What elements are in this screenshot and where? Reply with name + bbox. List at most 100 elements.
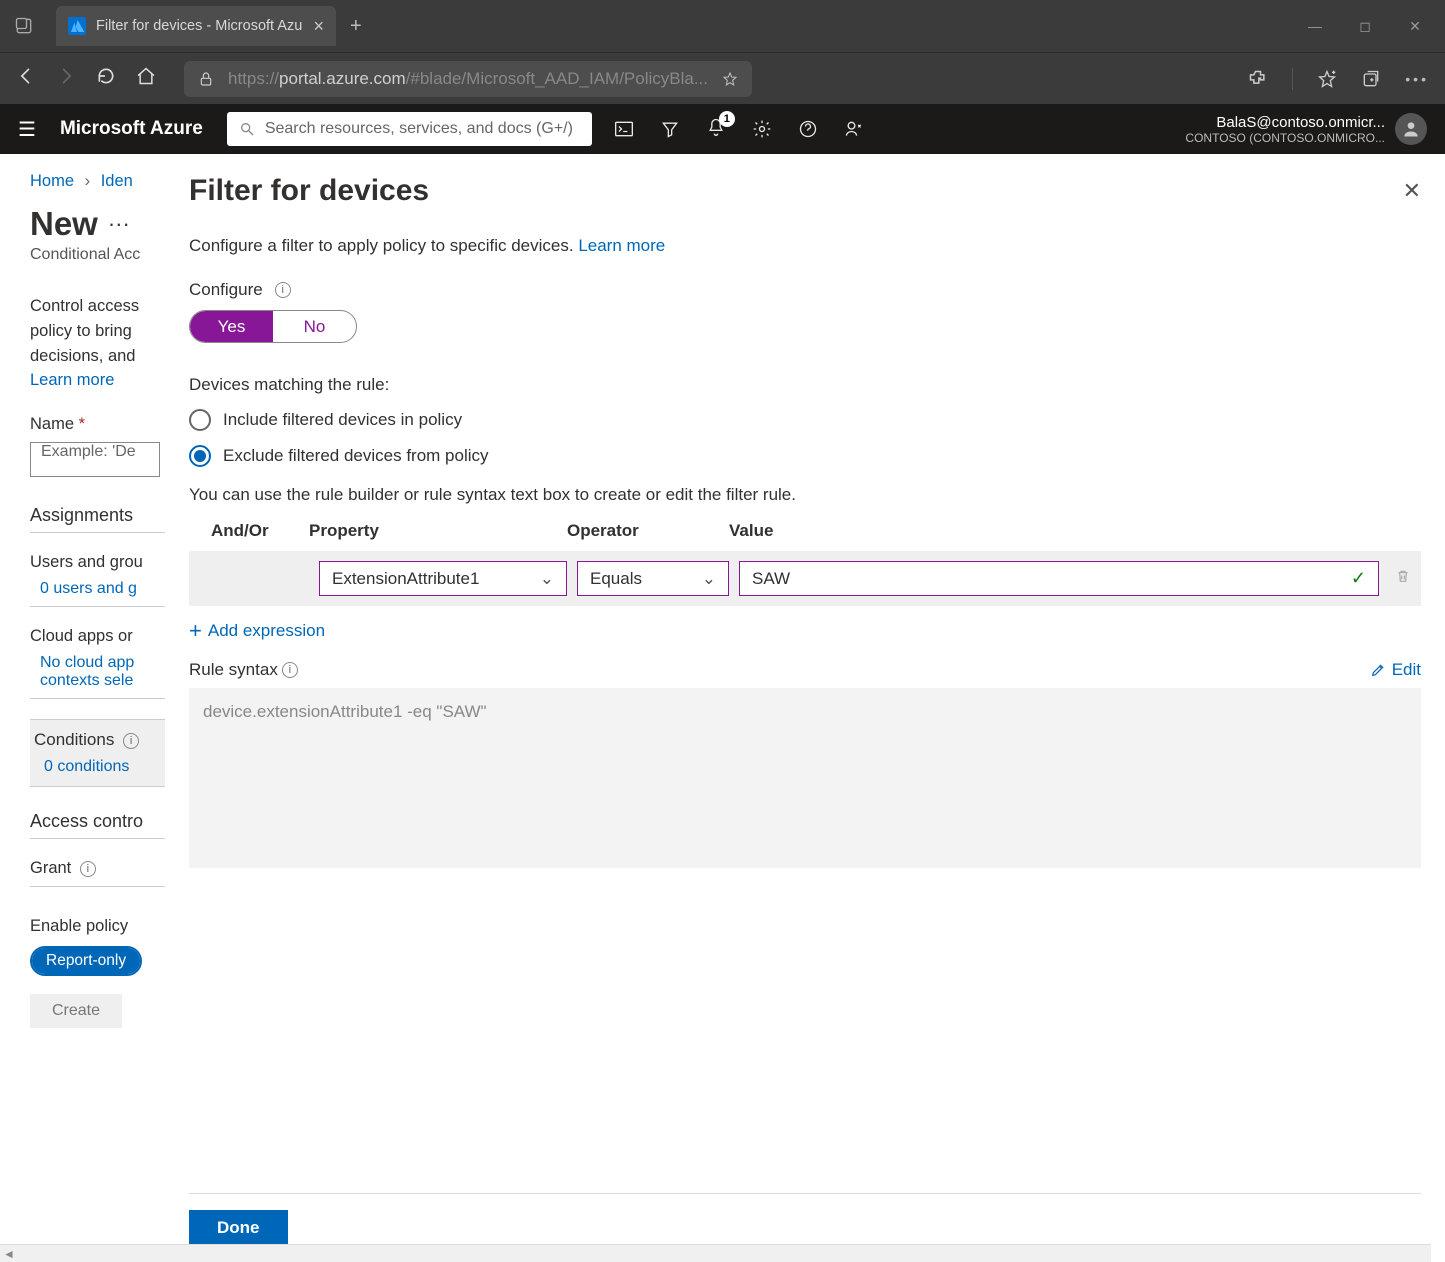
configure-toggle[interactable]: Yes No — [189, 310, 357, 343]
builder-hint: You can use the rule builder or rule syn… — [189, 485, 1421, 505]
window-maximize-icon[interactable]: ◻ — [1355, 18, 1375, 35]
url-text: https://portal.azure.com/#blade/Microsof… — [228, 69, 708, 89]
close-tab-icon[interactable]: × — [313, 16, 324, 37]
more-menu-icon[interactable]: ••• — [1405, 71, 1429, 87]
done-button[interactable]: Done — [189, 1210, 288, 1246]
operator-dropdown[interactable]: Equals ⌄ — [577, 561, 729, 596]
page-title-more[interactable]: ··· — [108, 213, 130, 235]
breadcrumb-home[interactable]: Home — [30, 172, 74, 190]
matching-rule-label: Devices matching the rule: — [189, 375, 1421, 395]
collections-icon[interactable] — [1361, 69, 1381, 89]
radio-exclude-label: Exclude filtered devices from policy — [223, 446, 489, 466]
conditions-status[interactable]: 0 conditions — [34, 758, 165, 776]
cloud-shell-icon[interactable] — [614, 119, 634, 139]
favorite-star-icon[interactable] — [722, 71, 738, 87]
notifications-icon[interactable]: 1 — [706, 117, 726, 142]
toggle-no[interactable]: No — [273, 311, 356, 342]
radio-exclude[interactable] — [189, 445, 211, 467]
chevron-down-icon: ⌄ — [540, 569, 554, 589]
cloud-apps-status-2[interactable]: contexts sele — [30, 672, 165, 690]
property-value: ExtensionAttribute1 — [332, 569, 479, 589]
intro-line-2: policy to bring — [30, 319, 165, 344]
home-button[interactable] — [136, 66, 156, 92]
report-only-option[interactable]: Report-only — [32, 948, 140, 974]
cloud-apps-status-1[interactable]: No cloud app — [30, 654, 165, 672]
create-button[interactable]: Create — [30, 994, 122, 1028]
rule-syntax-textbox[interactable]: device.extensionAttribute1 -eq "SAW" — [189, 688, 1421, 868]
close-blade-icon[interactable]: ✕ — [1403, 178, 1421, 204]
policy-name-input[interactable]: Example: 'De — [30, 442, 160, 477]
extensions-icon[interactable] — [1248, 69, 1268, 89]
window-minimize-icon[interactable]: — — [1305, 18, 1325, 35]
info-icon[interactable]: i — [282, 662, 298, 678]
tab-title: Filter for devices - Microsoft Azu — [96, 18, 302, 34]
refresh-button[interactable] — [96, 66, 116, 92]
value-input[interactable]: SAW ✓ — [739, 561, 1379, 596]
delete-row-icon[interactable] — [1395, 568, 1411, 589]
users-groups-status[interactable]: 0 users and g — [30, 580, 165, 598]
add-expression-label: Add expression — [208, 621, 325, 641]
users-and-groups-row[interactable]: Users and grou — [30, 553, 143, 571]
conditions-row[interactable]: Conditions — [34, 730, 114, 749]
enable-policy-toggle[interactable]: Report-only — [30, 946, 142, 976]
breadcrumb: Home › Iden — [30, 172, 165, 191]
intro-line-1: Control access — [30, 294, 165, 319]
tab-overview-icon[interactable] — [8, 10, 40, 42]
enable-policy-label: Enable policy — [30, 917, 165, 936]
search-icon — [239, 121, 255, 137]
operator-value: Equals — [590, 569, 642, 589]
edit-rule-syntax-button[interactable]: Edit — [1370, 660, 1421, 680]
intro-line-3: decisions, and — [30, 344, 165, 369]
grant-row[interactable]: Grant — [30, 859, 71, 877]
name-label: Name — [30, 415, 74, 433]
edit-label: Edit — [1392, 660, 1421, 680]
address-bar[interactable]: https://portal.azure.com/#blade/Microsof… — [184, 61, 752, 97]
lock-icon — [198, 71, 214, 87]
chevron-down-icon: ⌄ — [702, 569, 716, 589]
new-tab-button[interactable]: + — [350, 15, 362, 38]
filter-directory-icon[interactable] — [660, 119, 680, 139]
blade-title: Filter for devices — [189, 174, 429, 208]
azure-logo[interactable]: Microsoft Azure — [60, 118, 203, 140]
page-subtitle: Conditional Acc — [30, 246, 165, 264]
window-close-icon[interactable]: ✕ — [1405, 18, 1425, 35]
feedback-icon[interactable] — [844, 119, 864, 139]
configure-label: Configure — [189, 280, 263, 300]
global-search-input[interactable]: Search resources, services, and docs (G+… — [227, 112, 592, 146]
property-dropdown[interactable]: ExtensionAttribute1 ⌄ — [319, 561, 567, 596]
info-icon[interactable]: i — [123, 733, 139, 749]
radio-include[interactable] — [189, 409, 211, 431]
check-icon: ✓ — [1351, 568, 1366, 589]
back-button[interactable] — [16, 66, 36, 92]
notification-badge: 1 — [719, 111, 735, 127]
menu-hamburger-icon[interactable]: ☰ — [18, 117, 36, 142]
horizontal-scrollbar[interactable]: ◄ — [0, 1244, 1431, 1262]
toolbar-divider — [1292, 68, 1293, 90]
radio-exclude-row[interactable]: Exclude filtered devices from policy — [189, 445, 1421, 467]
help-icon[interactable] — [798, 119, 818, 139]
settings-gear-icon[interactable] — [752, 119, 772, 139]
info-icon[interactable]: i — [275, 282, 291, 298]
info-icon[interactable]: i — [80, 861, 96, 877]
azure-favicon-icon — [68, 17, 86, 35]
radio-include-label: Include filtered devices in policy — [223, 410, 462, 430]
plus-icon: + — [189, 620, 202, 642]
col-andor: And/Or — [211, 521, 309, 541]
pencil-icon — [1370, 662, 1386, 678]
account-email: BalaS@contoso.onmicr... — [1185, 114, 1385, 131]
account-menu[interactable]: BalaS@contoso.onmicr... CONTOSO (CONTOSO… — [1185, 113, 1427, 145]
cloud-apps-row[interactable]: Cloud apps or — [30, 627, 133, 645]
account-tenant: CONTOSO (CONTOSO.ONMICRO... — [1185, 131, 1385, 145]
search-placeholder: Search resources, services, and docs (G+… — [265, 120, 573, 138]
breadcrumb-identity[interactable]: Iden — [101, 172, 133, 190]
col-property: Property — [309, 521, 567, 541]
toggle-yes[interactable]: Yes — [190, 311, 273, 342]
blade-learn-more-link[interactable]: Learn more — [578, 236, 665, 255]
col-operator: Operator — [567, 521, 729, 541]
favorites-icon[interactable] — [1317, 69, 1337, 89]
browser-tab[interactable]: Filter for devices - Microsoft Azu × — [56, 6, 336, 46]
radio-include-row[interactable]: Include filtered devices in policy — [189, 409, 1421, 431]
add-expression-button[interactable]: + Add expression — [189, 620, 1421, 642]
learn-more-link[interactable]: Learn more — [30, 371, 114, 389]
scroll-left-icon[interactable]: ◄ — [0, 1247, 18, 1261]
